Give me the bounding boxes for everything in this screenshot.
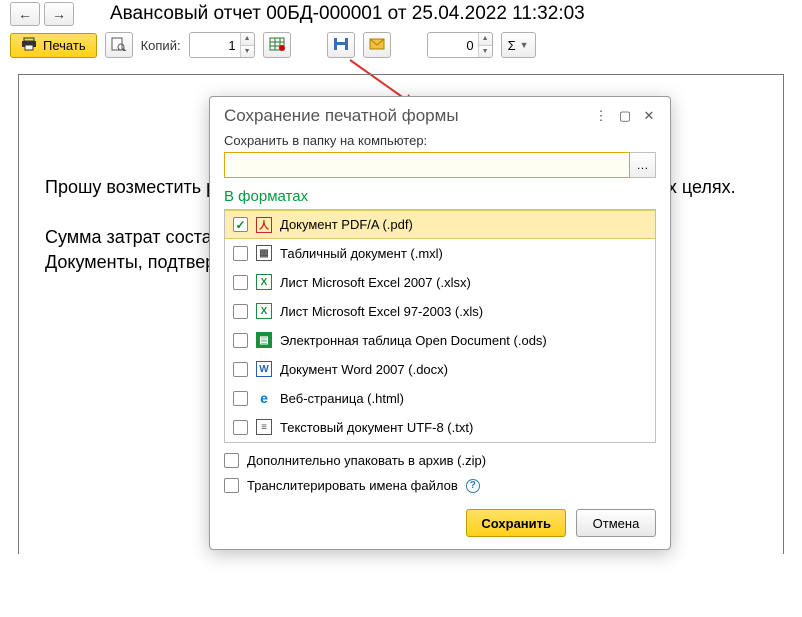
format-label: Веб-страница (.html) bbox=[280, 391, 404, 406]
close-button[interactable]: ✕ bbox=[638, 105, 660, 127]
ods-icon: ▤ bbox=[256, 332, 272, 348]
format-list[interactable]: 人 Документ PDF/A (.pdf) ▦ Табличный докумен… bbox=[224, 209, 656, 443]
more-button[interactable]: ⋮ bbox=[590, 105, 612, 127]
copies-spinbox[interactable]: ▲ ▼ bbox=[189, 32, 255, 58]
format-checkbox[interactable] bbox=[233, 333, 248, 348]
forward-button[interactable]: → bbox=[44, 2, 74, 26]
save-dialog: Сохранение печатной формы ⋮ ▢ ✕ Сохранит… bbox=[209, 96, 671, 550]
preview-icon bbox=[111, 37, 127, 54]
spin-down[interactable]: ▼ bbox=[241, 46, 254, 58]
path-label: Сохранить в папку на компьютер: bbox=[224, 133, 656, 148]
mail-button[interactable] bbox=[363, 32, 391, 58]
preview-button[interactable] bbox=[105, 32, 133, 58]
sum-dropdown[interactable]: Σ ▼ bbox=[501, 32, 536, 58]
format-label: Электронная таблица Open Document (.ods) bbox=[280, 333, 547, 348]
help-icon[interactable]: ? bbox=[466, 479, 480, 493]
zip-label: Дополнительно упаковать в архив (.zip) bbox=[247, 453, 486, 468]
format-row[interactable]: 人 Документ PDF/A (.pdf) bbox=[225, 210, 655, 239]
dialog-title: Сохранение печатной формы bbox=[224, 106, 588, 126]
format-label: Документ PDF/A (.pdf) bbox=[280, 217, 413, 232]
xlsx-icon: X bbox=[256, 303, 272, 319]
format-checkbox[interactable] bbox=[233, 420, 248, 435]
browse-button[interactable]: … bbox=[630, 152, 656, 178]
grid-icon bbox=[269, 37, 285, 54]
translit-checkbox[interactable] bbox=[224, 478, 239, 493]
format-checkbox[interactable] bbox=[233, 362, 248, 377]
format-label: Лист Microsoft Excel 97-2003 (.xls) bbox=[280, 304, 483, 319]
mxl-icon: ▦ bbox=[256, 245, 272, 261]
spin-down-2[interactable]: ▼ bbox=[479, 46, 492, 58]
format-row[interactable]: e Веб-страница (.html) bbox=[225, 384, 655, 413]
txt-icon: ≡ bbox=[256, 419, 272, 435]
format-row[interactable]: ▦ Табличный документ (.mxl) bbox=[225, 239, 655, 268]
dialog-cancel-button[interactable]: Отмена bbox=[576, 509, 656, 537]
format-row[interactable]: ≡ Текстовый документ UTF-8 (.txt) bbox=[225, 413, 655, 442]
mail-icon bbox=[369, 38, 385, 53]
spin-up-2[interactable]: ▲ bbox=[479, 33, 492, 46]
format-row[interactable]: W Документ Word 2007 (.docx) bbox=[225, 355, 655, 384]
xlsx-icon: X bbox=[256, 274, 272, 290]
more-icon: ⋮ bbox=[595, 108, 608, 124]
maximize-button[interactable]: ▢ bbox=[614, 105, 636, 127]
format-checkbox[interactable] bbox=[233, 217, 248, 232]
arrow-right-icon: → bbox=[52, 6, 66, 22]
print-label: Печать bbox=[43, 38, 86, 53]
format-label: Документ Word 2007 (.docx) bbox=[280, 362, 448, 377]
sigma-icon: Σ bbox=[508, 38, 516, 53]
save-button[interactable] bbox=[327, 32, 355, 58]
pdf-icon: 人 bbox=[256, 217, 272, 233]
docx-icon: W bbox=[256, 361, 272, 377]
path-input[interactable] bbox=[224, 152, 630, 178]
page-title: Авансовый отчет 00БД-000001 от 25.04.202… bbox=[110, 3, 585, 25]
format-row[interactable]: X Лист Microsoft Excel 2007 (.xlsx) bbox=[225, 268, 655, 297]
print-button[interactable]: Печать bbox=[10, 33, 97, 58]
format-row[interactable]: ▤ Электронная таблица Open Document (.ods… bbox=[225, 326, 655, 355]
table-settings-button[interactable] bbox=[263, 32, 291, 58]
zero-spinbox[interactable]: ▲ ▼ bbox=[427, 32, 493, 58]
zero-input[interactable] bbox=[428, 33, 478, 57]
format-row[interactable]: ≡Текстовый документ ANSI (.txt) bbox=[225, 442, 655, 443]
html-icon: e bbox=[256, 390, 272, 406]
copies-label: Копий: bbox=[141, 38, 181, 53]
copies-input[interactable] bbox=[190, 33, 240, 57]
zip-checkbox[interactable] bbox=[224, 453, 239, 468]
format-label: Лист Microsoft Excel 2007 (.xlsx) bbox=[280, 275, 471, 290]
spin-up[interactable]: ▲ bbox=[241, 33, 254, 46]
format-checkbox[interactable] bbox=[233, 246, 248, 261]
format-checkbox[interactable] bbox=[233, 304, 248, 319]
maximize-icon: ▢ bbox=[619, 108, 631, 124]
chevron-down-icon: ▼ bbox=[520, 40, 529, 50]
formats-label: В форматах bbox=[224, 188, 656, 205]
format-label: Текстовый документ UTF-8 (.txt) bbox=[280, 420, 473, 435]
printer-icon bbox=[21, 37, 37, 54]
close-icon: ✕ bbox=[644, 108, 655, 124]
ellipsis-icon: … bbox=[637, 158, 649, 172]
format-label: Табличный документ (.mxl) bbox=[280, 246, 443, 261]
back-button[interactable]: ← bbox=[10, 2, 40, 26]
save-icon bbox=[333, 37, 349, 54]
dialog-save-button[interactable]: Сохранить bbox=[466, 509, 566, 537]
arrow-left-icon: ← bbox=[18, 6, 32, 22]
format-checkbox[interactable] bbox=[233, 275, 248, 290]
format-checkbox[interactable] bbox=[233, 391, 248, 406]
translit-label: Транслитерировать имена файлов bbox=[247, 478, 458, 493]
format-row[interactable]: X Лист Microsoft Excel 97-2003 (.xls) bbox=[225, 297, 655, 326]
